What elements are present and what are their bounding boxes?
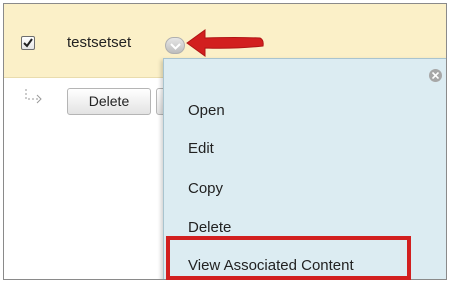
chevron-down-icon xyxy=(170,43,181,50)
menu-item-open[interactable]: Open xyxy=(188,102,225,119)
menu-item-edit[interactable]: Edit xyxy=(188,140,214,157)
item-options-button[interactable] xyxy=(165,37,185,54)
tree-connector-icon xyxy=(25,89,42,104)
highlight-annotation-box xyxy=(166,236,411,280)
red-arrow-annotation xyxy=(186,29,264,57)
menu-item-copy[interactable]: Copy xyxy=(188,180,223,197)
close-circle-icon[interactable] xyxy=(429,69,442,82)
checkmark-icon xyxy=(23,38,33,48)
item-title[interactable]: testsetset xyxy=(67,34,131,51)
item-checkbox[interactable] xyxy=(21,36,35,50)
menu-item-delete[interactable]: Delete xyxy=(188,219,231,236)
delete-button[interactable]: Delete xyxy=(67,88,151,115)
